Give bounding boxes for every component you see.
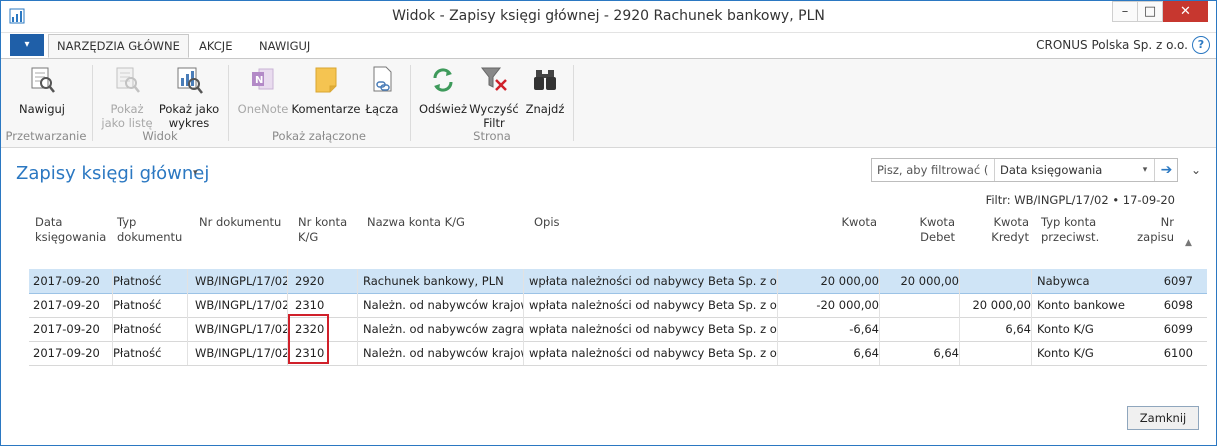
active-filter-text: Filtr: WB/INGPL/17/02 • 17-09-20 [985, 193, 1175, 207]
apply-filter-arrow-icon[interactable]: ➔ [1154, 159, 1178, 181]
application-menu-button[interactable]: ▾ [10, 34, 44, 56]
page-title: Zapisy księgi głównej [16, 163, 210, 184]
comment-note-icon [315, 67, 337, 93]
show-as-chart-button[interactable]: Pokaż jako wykres [156, 65, 222, 130]
filter-search-input[interactable] [872, 159, 995, 181]
column-header-account-no[interactable]: Nr konta K/G [298, 215, 347, 245]
clear-filter-icon [480, 67, 507, 91]
highlight-box [288, 314, 329, 364]
show-as-list-button[interactable]: Pokaż jako listę [97, 65, 157, 130]
table-row[interactable]: 2017-09-20 Płatność WB/INGPL/17/02 2310 … [29, 293, 1207, 318]
group-divider [573, 65, 574, 141]
clear-filter-button[interactable]: Wyczyść Filtr [469, 65, 519, 130]
ribbon: Nawiguj Przetwarzanie Pokaż jako listę P… [1, 58, 1216, 148]
tab-actions[interactable]: AKCJE [191, 35, 240, 57]
chevron-down-icon[interactable]: ▾ [1138, 159, 1152, 181]
navigate-button[interactable]: Nawiguj [9, 65, 75, 116]
column-header-balancing-type[interactable]: Typ konta przeciwst. [1041, 215, 1099, 245]
column-header-credit[interactable]: Kwota Kredyt [949, 215, 1029, 245]
title-bar: Widok - Zapisy księgi głównej - 2920 Rac… [1, 1, 1216, 33]
list-view-icon [116, 67, 140, 93]
sort-ascending-icon[interactable]: ▲ [1185, 238, 1192, 248]
quick-filter: Data księgowania ▾ ➔ [871, 158, 1178, 182]
column-header-entry-no[interactable]: Nr zapisu [1119, 215, 1174, 245]
chart-view-icon [177, 67, 203, 94]
maximize-button[interactable]: □ [1137, 1, 1163, 22]
company-name[interactable]: CRONUS Polska Sp. z o.o. [1036, 38, 1188, 52]
table-row[interactable]: 2017-09-20 Płatność WB/INGPL/17/02 2920 … [29, 269, 1207, 294]
column-header-debit[interactable]: Kwota Debet [869, 215, 955, 245]
ribbon-tabs: ▾ NARZĘDZIA GŁÓWNE AKCJE NAWIGUJ CRONUS … [1, 33, 1216, 59]
binoculars-icon [534, 70, 556, 90]
filter-field-select[interactable]: Data księgowania [996, 159, 1140, 181]
tab-navigate[interactable]: NAWIGUJ [251, 35, 318, 57]
refresh-button[interactable]: Odśwież [417, 65, 469, 116]
help-icon[interactable]: ? [1192, 36, 1210, 54]
comments-button[interactable]: Komentarze [291, 65, 361, 116]
table-row[interactable]: 2017-09-20 Płatność WB/INGPL/17/02 2320 … [29, 317, 1207, 342]
close-button[interactable]: Zamknij [1127, 406, 1199, 430]
group-label-view: Widok [142, 129, 178, 143]
page-title-dropdown-icon[interactable]: ▾ [193, 168, 198, 178]
link-document-icon [373, 66, 392, 92]
collapse-chevron-icon[interactable]: ⌄ [1191, 163, 1201, 177]
onenote-button[interactable]: N OneNote [234, 65, 292, 116]
column-header-document-no[interactable]: Nr dokumentu [199, 215, 281, 230]
onenote-icon: N [252, 68, 274, 90]
column-header-amount[interactable]: Kwota [789, 215, 877, 230]
navigate-icon [31, 67, 55, 93]
links-button[interactable]: Łącza [361, 65, 403, 116]
refresh-icon [433, 68, 453, 92]
column-header-document-type[interactable]: Typ dokumentu [117, 215, 182, 245]
group-label-page: Strona [473, 129, 511, 143]
window-title: Widok - Zapisy księgi głównej - 2920 Rac… [392, 8, 825, 24]
column-header-posting-date[interactable]: Data księgowania [35, 215, 106, 245]
column-header-account-name[interactable]: Nazwa konta K/G [367, 215, 465, 230]
group-label-processing: Przetwarzanie [5, 129, 87, 143]
column-header-description[interactable]: Opis [534, 215, 560, 230]
table-row[interactable]: 2017-09-20 Płatność WB/INGPL/17/02 2310 … [29, 341, 1207, 366]
minimize-button[interactable]: – [1112, 1, 1138, 22]
close-window-button[interactable]: ✕ [1163, 1, 1208, 22]
tab-home[interactable]: NARZĘDZIA GŁÓWNE [48, 34, 189, 58]
svg-text:N: N [255, 75, 263, 86]
app-window: Widok - Zapisy księgi głównej - 2920 Rac… [0, 0, 1217, 446]
group-label-attachments: Pokaż załączone [272, 129, 366, 143]
find-button[interactable]: Znajdź [521, 65, 569, 116]
